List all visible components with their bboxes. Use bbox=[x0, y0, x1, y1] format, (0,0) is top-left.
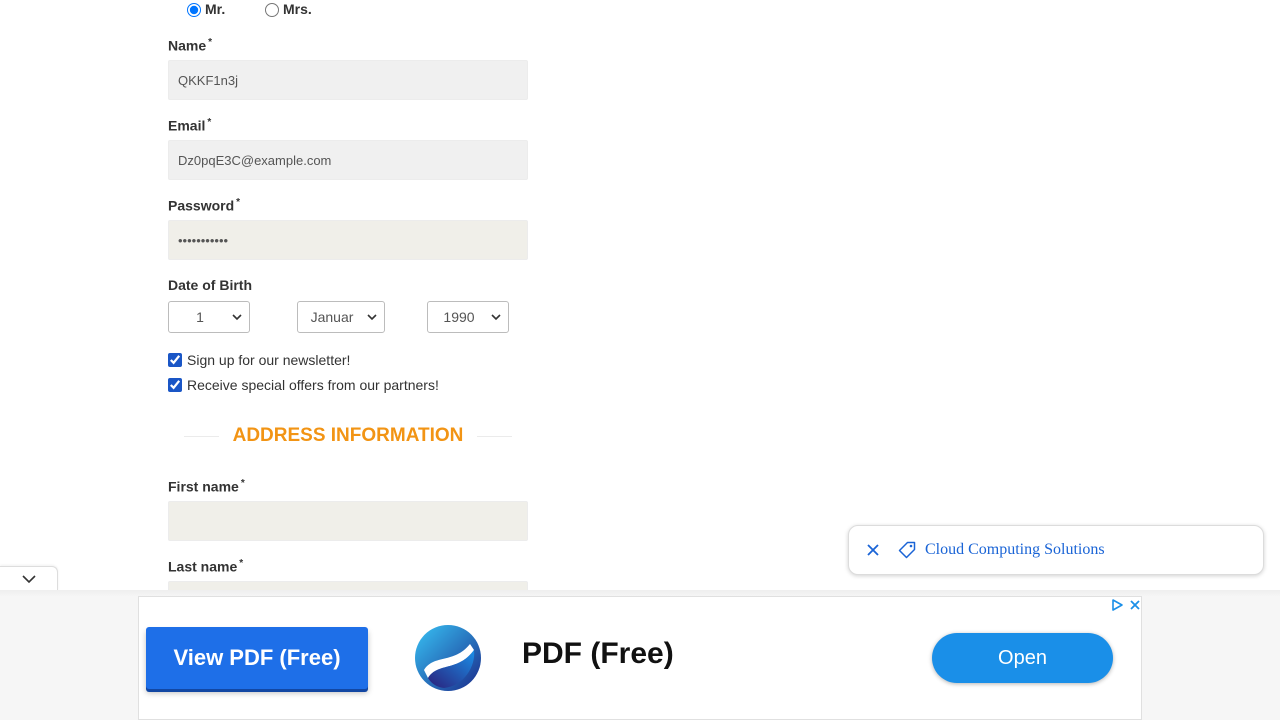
chevron-down-icon bbox=[21, 575, 36, 584]
radio-mr-input[interactable] bbox=[187, 3, 201, 17]
divider bbox=[477, 435, 512, 437]
last-name-label: Last name * bbox=[168, 558, 243, 575]
ad-controls bbox=[1110, 598, 1142, 612]
dob-day-select[interactable]: 1 bbox=[168, 301, 250, 333]
search-suggestion-chip[interactable]: Cloud Computing Solutions bbox=[848, 525, 1264, 575]
password-label-text: Password bbox=[168, 197, 235, 214]
newsletter-checkbox-row[interactable]: Sign up for our newsletter! bbox=[168, 352, 350, 368]
name-label-text: Name bbox=[168, 37, 207, 54]
chevron-down-icon bbox=[367, 314, 377, 321]
search-suggestion-text[interactable]: Cloud Computing Solutions bbox=[925, 541, 1105, 559]
radio-mrs-input[interactable] bbox=[265, 3, 279, 17]
dob-day-value: 1 bbox=[196, 309, 204, 325]
email-label-text: Email bbox=[168, 117, 206, 134]
required-mark: * bbox=[239, 558, 244, 569]
close-icon[interactable] bbox=[863, 540, 883, 560]
tag-icon bbox=[898, 541, 916, 559]
newsletter-label: Sign up for our newsletter! bbox=[187, 352, 351, 368]
radio-mr[interactable]: Mr. bbox=[187, 0, 225, 18]
email-label: Email * bbox=[168, 117, 211, 134]
dob-year-select[interactable]: 1990 bbox=[427, 301, 509, 333]
adchoices-icon[interactable] bbox=[1110, 598, 1124, 612]
offers-checkbox[interactable] bbox=[168, 378, 182, 392]
first-name-label-text: First name bbox=[168, 478, 239, 495]
required-mark: * bbox=[207, 117, 212, 128]
offers-checkbox-row[interactable]: Receive special offers from our partners… bbox=[168, 377, 439, 393]
required-mark: * bbox=[240, 478, 245, 489]
radio-mr-label: Mr. bbox=[205, 1, 226, 17]
dob-label: Date of Birth bbox=[168, 277, 252, 293]
dob-year-value: 1990 bbox=[443, 309, 475, 325]
divider bbox=[184, 435, 219, 437]
close-icon[interactable] bbox=[1128, 598, 1142, 612]
password-label: Password * bbox=[168, 197, 240, 214]
newsletter-checkbox[interactable] bbox=[168, 353, 182, 367]
open-button[interactable]: Open bbox=[932, 633, 1113, 683]
first-name-label: First name * bbox=[168, 478, 245, 495]
address-section-heading: ADDRESS INFORMATION bbox=[184, 424, 512, 448]
offers-label: Receive special offers from our partners… bbox=[187, 377, 439, 393]
required-mark: * bbox=[208, 37, 213, 48]
radio-mrs-label: Mrs. bbox=[283, 1, 312, 17]
radio-mrs[interactable]: Mrs. bbox=[265, 0, 312, 18]
ad-collapse-button[interactable] bbox=[0, 566, 58, 591]
ad-title: PDF (Free) bbox=[522, 637, 674, 670]
chevron-down-icon bbox=[232, 314, 242, 321]
chevron-down-icon bbox=[491, 314, 501, 321]
first-name-field[interactable] bbox=[168, 501, 528, 541]
last-name-label-text: Last name bbox=[168, 558, 238, 575]
app-logo bbox=[415, 625, 481, 691]
address-section-title: ADDRESS INFORMATION bbox=[232, 425, 464, 446]
email-field[interactable] bbox=[168, 140, 528, 180]
name-label: Name * bbox=[168, 37, 212, 54]
dob-month-select[interactable]: Januar bbox=[297, 301, 385, 333]
name-field[interactable] bbox=[168, 60, 528, 100]
password-field[interactable] bbox=[168, 220, 528, 260]
view-pdf-button[interactable]: View PDF (Free) bbox=[146, 627, 368, 689]
dob-month-value: Januar bbox=[310, 309, 354, 325]
required-mark: * bbox=[236, 197, 241, 208]
